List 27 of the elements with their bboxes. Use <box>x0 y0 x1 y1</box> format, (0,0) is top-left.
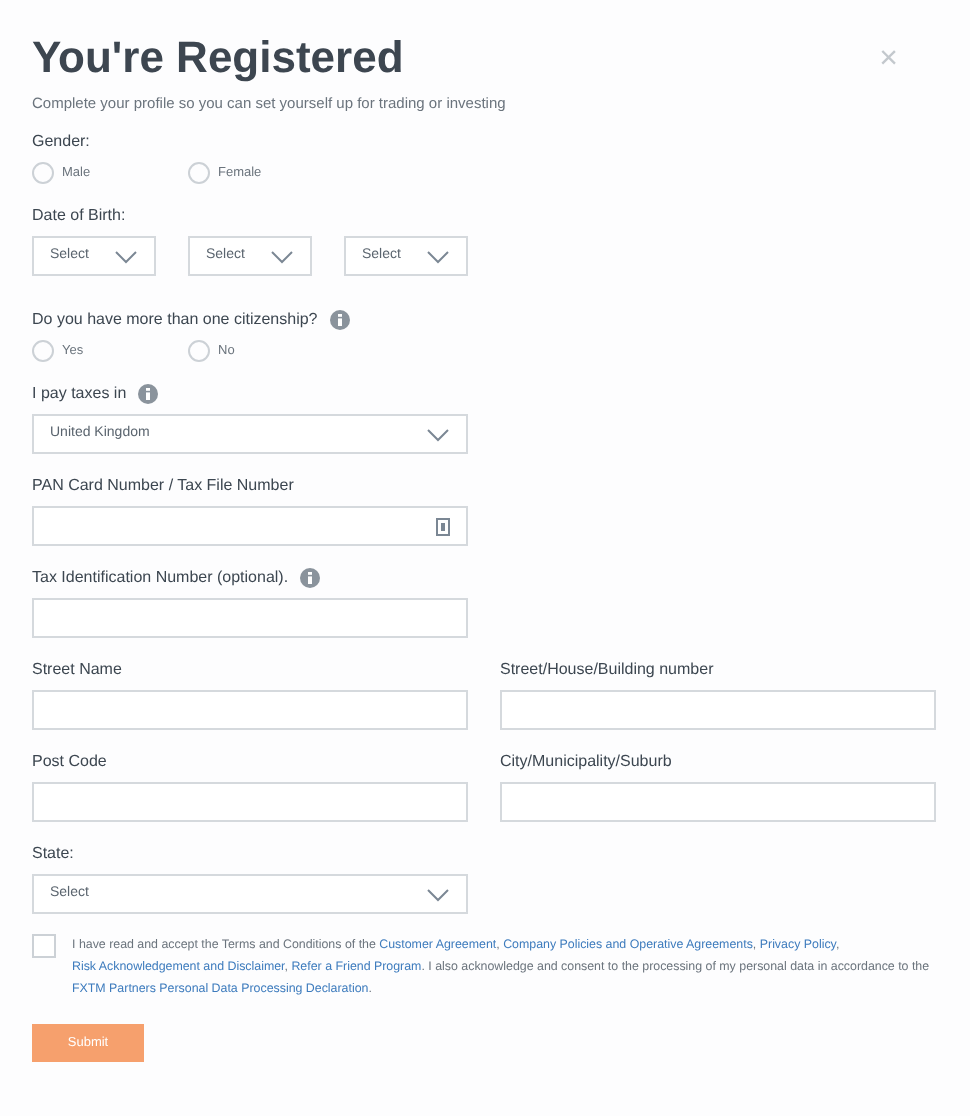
input-field[interactable] <box>500 782 936 823</box>
field-label: Street Name <box>32 658 122 683</box>
input-field[interactable] <box>500 690 936 731</box>
field-label: Post Code <box>32 750 107 775</box>
checkbox[interactable] <box>32 934 56 959</box>
input-field[interactable] <box>32 598 468 639</box>
field-label: Street/House/Building number <box>500 658 714 683</box>
field-label: PAN Card Number / Tax File Number <box>32 474 294 499</box>
info-icon[interactable] <box>138 384 159 405</box>
field-label: Tax Identification Number (optional). <box>32 566 289 591</box>
input-field[interactable] <box>32 506 468 547</box>
dialog-title: You're Registered <box>32 36 404 80</box>
info-icon[interactable] <box>329 310 350 331</box>
chevron-down-icon <box>270 249 294 264</box>
field-label: State: <box>32 842 74 867</box>
field-label: Date of Birth: <box>32 204 126 229</box>
field-label: Do you have more than one citizenship? <box>32 308 318 333</box>
field-label: City/Municipality/Suburb <box>500 750 672 775</box>
info-icon[interactable] <box>300 568 321 589</box>
chevron-down-icon <box>426 249 450 264</box>
field-label: Gender: <box>32 130 90 155</box>
input-field[interactable] <box>32 782 468 823</box>
chevron-down-icon <box>114 249 138 264</box>
field-label: I pay taxes in <box>32 382 127 407</box>
input-field[interactable] <box>32 690 468 731</box>
chevron-down-icon <box>426 427 450 442</box>
chevron-down-icon <box>426 887 450 902</box>
